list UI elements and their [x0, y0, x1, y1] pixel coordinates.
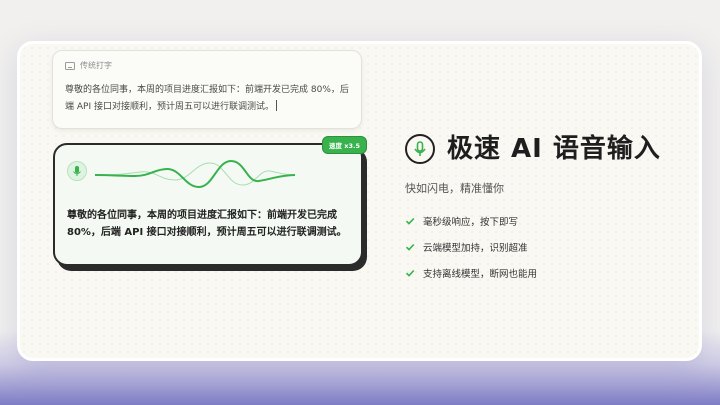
feature-list: 毫秒级响应，按下即写 云端模型加持，识别超准 支持离线模型，断网也能用	[405, 208, 537, 286]
traditional-typing-label: 传统打字	[65, 60, 112, 71]
feature-text: 支持离线模型，断网也能用	[423, 269, 538, 280]
check-icon	[405, 243, 415, 251]
feature-item: 毫秒级响应，按下即写	[405, 208, 537, 234]
traditional-typing-panel: 传统打字 尊敬的各位同事，本周的项目进度汇报如下：前端开发已完成 80%，后端 …	[52, 50, 362, 129]
hero-subtitle: 快如闪电，精准懂你	[405, 182, 504, 195]
traditional-typing-label-text: 传统打字	[80, 61, 112, 70]
check-icon	[405, 217, 415, 225]
feature-text: 毫秒级响应，按下即写	[423, 217, 519, 228]
feature-item: 支持离线模型，断网也能用	[405, 260, 537, 286]
keyboard-icon	[65, 61, 75, 70]
traditional-typing-text: 尊敬的各位同事，本周的项目进度汇报如下：前端开发已完成 80%，后端 API 接…	[65, 82, 355, 116]
traditional-typing-content: 尊敬的各位同事，本周的项目进度汇报如下：前端开发已完成 80%，后端 API 接…	[65, 85, 349, 112]
feature-item: 云端模型加持，识别超准	[405, 234, 537, 260]
ai-transcribed-text: 尊敬的各位同事，本周的项目进度汇报如下：前端开发已完成 80%，后端 API 接…	[67, 210, 347, 238]
hero-microphone-icon	[405, 134, 435, 164]
speed-badge: 速度 x3.5	[322, 136, 367, 154]
check-icon	[405, 269, 415, 277]
ai-voice-panel: 速度 x3.5 尊敬的各位同事，本周的项目进度汇报如下：前端开发已完成 80%，…	[53, 136, 367, 266]
microphone-icon[interactable]	[67, 161, 87, 181]
audio-waveform	[95, 159, 295, 189]
hero-title: 极速 AI 语音输入	[447, 134, 661, 164]
text-caret	[275, 100, 277, 111]
feature-text: 云端模型加持，识别超准	[423, 243, 528, 254]
